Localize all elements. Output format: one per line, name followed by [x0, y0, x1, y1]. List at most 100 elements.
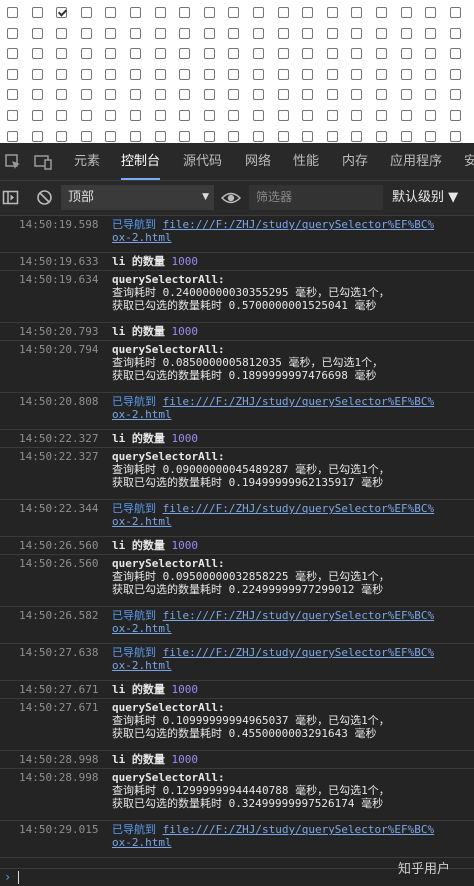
checkbox[interactable] [253, 48, 264, 60]
checkbox[interactable] [105, 89, 117, 101]
checkbox[interactable] [154, 130, 166, 142]
checkbox[interactable] [130, 89, 141, 101]
checkbox[interactable] [56, 68, 68, 80]
checkbox[interactable] [425, 89, 437, 101]
checkbox[interactable] [253, 27, 264, 39]
checkbox[interactable] [376, 130, 387, 142]
checkbox[interactable] [449, 68, 461, 80]
tab-0[interactable]: 元素 [74, 143, 100, 180]
checkbox[interactable] [376, 7, 387, 18]
checkbox[interactable] [228, 89, 240, 101]
checkbox[interactable] [351, 7, 363, 18]
context-select[interactable]: 顶部 ▼ [61, 185, 214, 210]
checkbox[interactable] [179, 130, 191, 142]
tab-4[interactable]: 性能 [293, 143, 319, 180]
checkbox[interactable] [400, 48, 412, 60]
checkbox[interactable] [376, 27, 387, 39]
checkbox[interactable] [56, 48, 68, 60]
checkbox[interactable] [425, 110, 437, 121]
checkbox[interactable] [351, 68, 363, 80]
checkbox[interactable] [154, 27, 166, 39]
checkbox[interactable] [203, 130, 215, 142]
checkbox[interactable] [80, 7, 92, 18]
checkbox[interactable] [130, 130, 141, 142]
checkbox[interactable] [449, 7, 461, 18]
eye-icon[interactable] [221, 190, 241, 206]
checkbox[interactable] [154, 110, 166, 121]
filter-input[interactable]: 筛选器 [249, 185, 383, 210]
checkbox[interactable] [80, 48, 92, 60]
file-link-continued[interactable]: ox-2.html [112, 515, 172, 528]
checkbox[interactable] [105, 7, 117, 18]
checkbox[interactable] [203, 48, 215, 60]
file-link-continued[interactable]: ox-2.html [112, 836, 172, 849]
checkbox[interactable] [351, 48, 363, 60]
checkbox[interactable] [277, 27, 289, 39]
checkbox[interactable] [31, 48, 43, 60]
checkbox[interactable] [154, 68, 166, 80]
checkbox[interactable] [302, 68, 314, 80]
checkbox[interactable] [326, 89, 338, 101]
file-link[interactable]: file:///F:/ZHJ/study/querySelector%EF%BC… [163, 395, 435, 408]
checkbox[interactable] [154, 48, 166, 60]
checkbox[interactable] [7, 48, 18, 60]
checkbox[interactable] [56, 89, 68, 101]
checkbox[interactable] [400, 68, 412, 80]
file-link-continued[interactable]: ox-2.html [112, 659, 172, 672]
log-levels-dropdown[interactable]: 默认级别 ▼ [392, 185, 458, 210]
checkbox[interactable] [31, 68, 43, 80]
checkbox[interactable] [449, 27, 461, 39]
checkbox[interactable] [449, 48, 461, 60]
checkbox[interactable] [326, 130, 338, 142]
checkbox[interactable] [351, 27, 363, 39]
checkbox[interactable] [105, 110, 117, 121]
checkbox[interactable] [400, 89, 412, 101]
checkbox[interactable] [253, 7, 264, 18]
checkbox[interactable] [154, 89, 166, 101]
checkbox[interactable] [302, 110, 314, 121]
checkbox[interactable] [228, 7, 240, 18]
checkbox[interactable] [203, 7, 215, 18]
file-link[interactable]: file:///F:/ZHJ/study/querySelector%EF%BC… [163, 502, 435, 515]
file-link-continued[interactable]: ox-2.html [112, 231, 172, 244]
checkbox[interactable] [253, 110, 264, 121]
checkbox[interactable] [277, 89, 289, 101]
checkbox[interactable] [228, 130, 240, 142]
checkbox[interactable] [105, 130, 117, 142]
checkbox[interactable] [326, 7, 338, 18]
checkbox[interactable] [253, 130, 264, 142]
checkbox[interactable] [425, 48, 437, 60]
checkbox[interactable] [376, 48, 387, 60]
checkbox[interactable] [376, 68, 387, 80]
file-link[interactable]: file:///F:/ZHJ/study/querySelector%EF%BC… [163, 609, 435, 622]
checkbox[interactable] [326, 48, 338, 60]
checkbox[interactable] [326, 110, 338, 121]
checkbox[interactable] [7, 110, 18, 121]
device-toolbar-icon[interactable] [33, 152, 53, 172]
checkbox[interactable] [302, 27, 314, 39]
checkbox[interactable] [31, 130, 43, 142]
checkbox[interactable] [253, 68, 264, 80]
tab-1[interactable]: 控制台 [121, 143, 161, 180]
checkbox[interactable] [203, 68, 215, 80]
checkbox[interactable] [31, 89, 43, 101]
checkbox[interactable] [56, 27, 68, 39]
checkbox[interactable] [277, 130, 289, 142]
checkbox[interactable] [179, 7, 191, 18]
checkbox[interactable] [449, 110, 461, 121]
checkbox[interactable] [179, 27, 191, 39]
checkbox[interactable] [7, 130, 18, 142]
checkbox[interactable] [326, 68, 338, 80]
checkbox[interactable] [351, 130, 363, 142]
checkbox[interactable] [105, 48, 117, 60]
sidebar-toggle-icon[interactable] [2, 189, 20, 207]
checkbox[interactable] [203, 27, 215, 39]
checkbox[interactable] [31, 7, 43, 18]
checkbox[interactable] [302, 48, 314, 60]
checkbox[interactable] [179, 68, 191, 80]
checkbox[interactable] [228, 48, 240, 60]
checkbox[interactable] [228, 68, 240, 80]
file-link-continued[interactable]: ox-2.html [112, 622, 172, 635]
checkbox[interactable] [400, 110, 412, 121]
checkbox[interactable] [277, 7, 289, 18]
